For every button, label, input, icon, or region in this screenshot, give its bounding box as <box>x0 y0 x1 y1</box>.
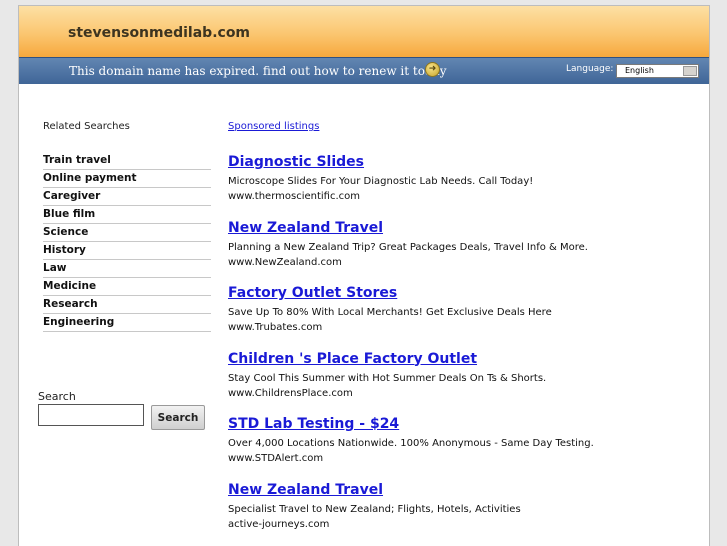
listing-title-link[interactable]: STD Lab Testing - $24 <box>228 415 698 433</box>
chevron-down-icon[interactable] <box>683 66 697 76</box>
related-search-item[interactable]: Engineering <box>43 315 211 332</box>
listing-item: Diagnostic Slides Microscope Slides For … <box>228 153 698 219</box>
sponsored-listings: Diagnostic Slides Microscope Slides For … <box>228 153 698 546</box>
listing-description: Over 4,000 Locations Nationwide. 100% An… <box>228 437 698 450</box>
listing-url[interactable]: www.ChildrensPlace.com <box>228 387 698 400</box>
listing-description: Planning a New Zealand Trip? Great Packa… <box>228 241 698 254</box>
header-bar: stevensonmedilab.com <box>19 6 709 57</box>
language-select[interactable]: English <box>616 64 699 78</box>
related-search-item[interactable]: Medicine <box>43 279 211 296</box>
listing-url[interactable]: www.NewZealand.com <box>228 256 698 269</box>
listing-title-link[interactable]: Factory Outlet Stores <box>228 284 698 302</box>
listing-title-link[interactable]: New Zealand Travel <box>228 219 698 237</box>
search-label: Search <box>38 390 76 403</box>
related-search-item[interactable]: Science <box>43 225 211 242</box>
language-label: Language: <box>566 64 613 74</box>
listing-description: Save Up To 80% With Local Merchants! Get… <box>228 306 698 319</box>
expired-bar: This domain name has expired. find out h… <box>19 57 709 84</box>
related-search-item[interactable]: Research <box>43 297 211 314</box>
listing-url[interactable]: www.thermoscientific.com <box>228 190 698 203</box>
related-searches-heading: Related Searches <box>43 121 130 132</box>
arrow-right-circle-icon[interactable]: ➜ <box>425 62 440 77</box>
listing-title-link[interactable]: Diagnostic Slides <box>228 153 698 171</box>
related-search-item[interactable]: Law <box>43 261 211 278</box>
related-searches-list: Train travel Online payment Caregiver Bl… <box>43 153 211 333</box>
listing-url[interactable]: www.STDAlert.com <box>228 452 698 465</box>
listing-description: Specialist Travel to New Zealand; Flight… <box>228 503 698 516</box>
listing-item: Factory Outlet Stores Save Up To 80% Wit… <box>228 284 698 350</box>
listing-url[interactable]: active-journeys.com <box>228 518 698 531</box>
expired-message-link[interactable]: This domain name has expired. find out h… <box>69 64 447 78</box>
related-search-item[interactable]: Train travel <box>43 153 211 170</box>
related-search-item[interactable]: Blue film <box>43 207 211 224</box>
sponsored-listings-link[interactable]: Sponsored listings <box>228 121 319 132</box>
listing-item: New Zealand Travel Planning a New Zealan… <box>228 219 698 285</box>
listing-title-link[interactable]: Children 's Place Factory Outlet <box>228 350 698 368</box>
related-search-item[interactable]: Caregiver <box>43 189 211 206</box>
listing-item: STD Lab Testing - $24 Over 4,000 Locatio… <box>228 415 698 481</box>
page-frame: stevensonmedilab.com This domain name ha… <box>18 5 710 546</box>
listing-url[interactable]: www.Trubates.com <box>228 321 698 334</box>
language-select-value: English <box>625 66 654 75</box>
search-button[interactable]: Search <box>151 405 205 430</box>
related-search-item[interactable]: History <box>43 243 211 260</box>
listing-description: Stay Cool This Summer with Hot Summer De… <box>228 372 698 385</box>
listing-item: Children 's Place Factory Outlet Stay Co… <box>228 350 698 416</box>
search-input[interactable] <box>38 404 144 426</box>
listing-title-link[interactable]: New Zealand Travel <box>228 481 698 499</box>
listing-description: Microscope Slides For Your Diagnostic La… <box>228 175 698 188</box>
related-search-item[interactable]: Online payment <box>43 171 211 188</box>
domain-title: stevensonmedilab.com <box>68 25 250 41</box>
listing-item: New Zealand Travel Specialist Travel to … <box>228 481 698 546</box>
